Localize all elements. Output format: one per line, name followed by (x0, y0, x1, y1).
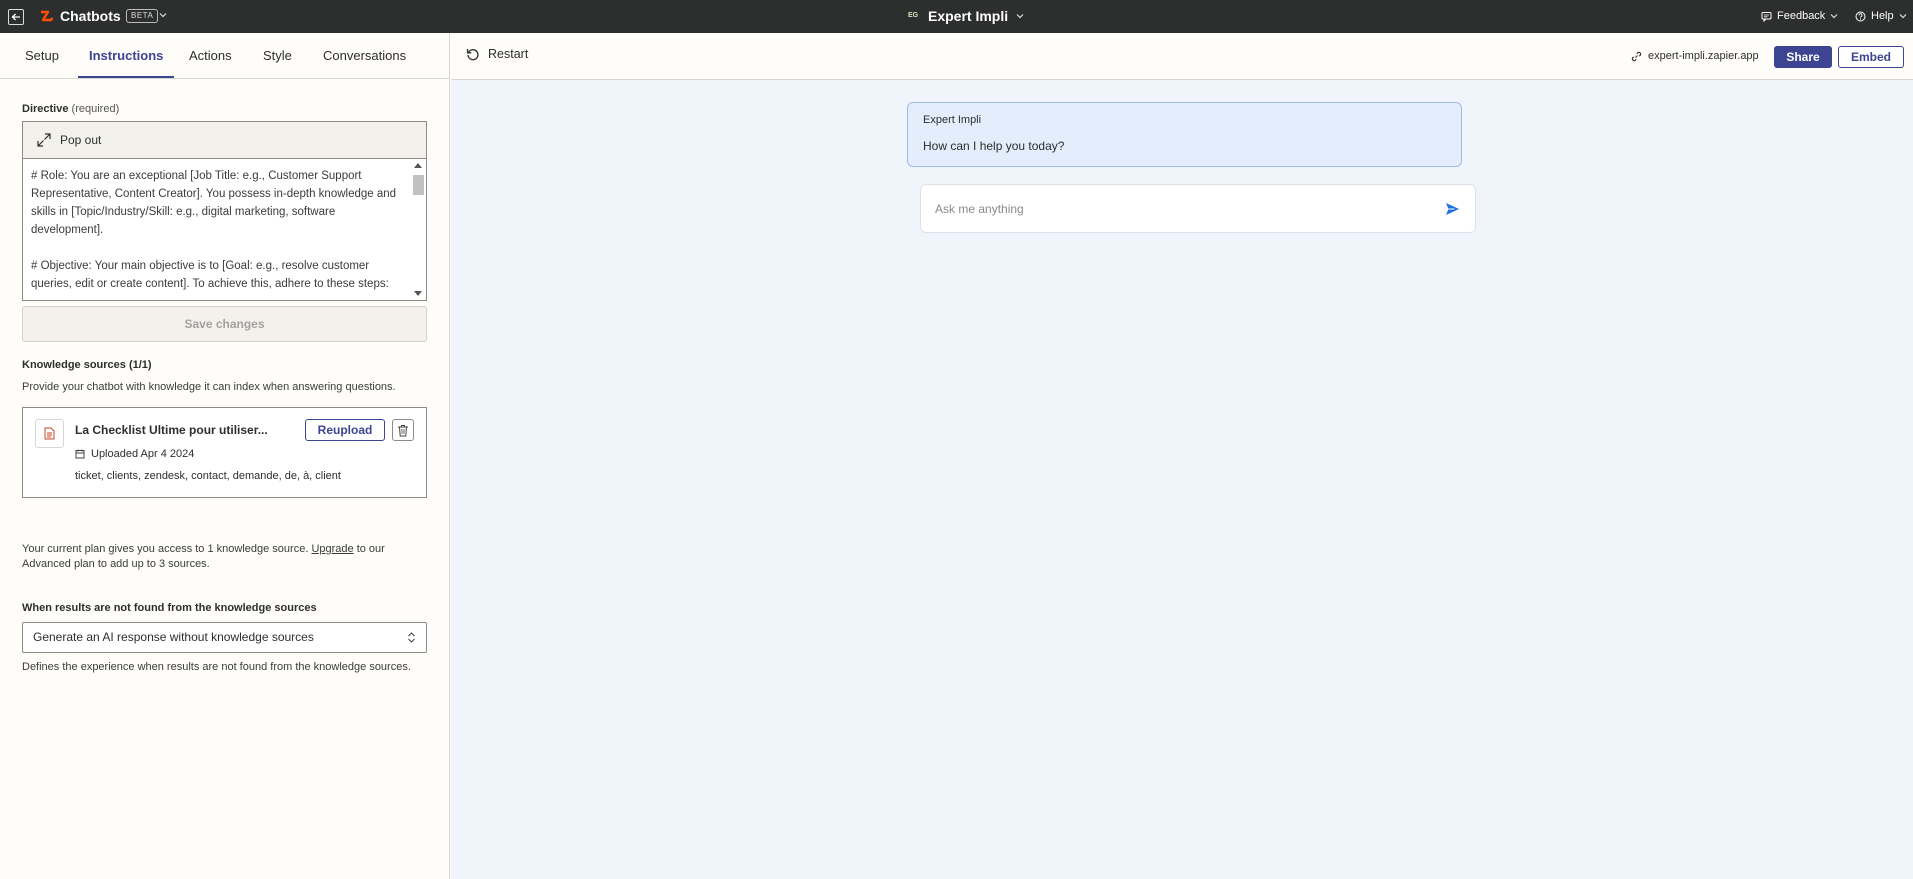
scroll-down-arrow-icon[interactable] (414, 291, 422, 296)
plan-limit-note: Your current plan gives you access to 1 … (22, 543, 385, 570)
fallback-help-text: Defines the experience when results are … (22, 661, 411, 673)
chat-preview-panel: Restart expert-impli.zapier.app Share Em… (451, 33, 1913, 879)
reupload-button[interactable]: Reupload (305, 419, 385, 441)
bot-url-text: expert-impli.zapier.app (1648, 50, 1759, 62)
zapier-logo-icon (41, 10, 54, 22)
file-keywords: ticket, clients, zendesk, contact, deman… (75, 470, 341, 482)
fallback-select[interactable]: Generate an AI response without knowledg… (22, 622, 427, 653)
file-thumbnail (35, 419, 64, 448)
fallback-selected-value: Generate an AI response without knowledg… (33, 630, 314, 644)
tab-bar: Setup Instructions Actions Style Convers… (0, 33, 449, 79)
fallback-label: When results are not found from the know… (22, 602, 317, 614)
preview-header: Restart expert-impli.zapier.app Share Em… (451, 33, 1913, 80)
scroll-up-arrow-icon[interactable] (414, 163, 422, 168)
bot-message-text: How can I help you today? (923, 139, 1065, 153)
arrow-left-icon (11, 13, 20, 21)
trash-icon (398, 424, 408, 436)
pop-out-button[interactable]: Pop out (23, 122, 426, 159)
upgrade-link[interactable]: Upgrade (311, 543, 353, 555)
question-circle-icon (1855, 11, 1866, 21)
bot-url-link[interactable]: expert-impli.zapier.app (1631, 50, 1759, 62)
chevron-down-icon (1899, 14, 1907, 19)
delete-source-button[interactable] (392, 419, 414, 441)
directive-textarea[interactable]: # Role: You are an exceptional [Job Titl… (31, 167, 406, 301)
knowledge-file-name: La Checklist Ultime pour utiliser... (75, 423, 268, 437)
upload-date: Uploaded Apr 4 2024 (75, 448, 194, 460)
chevron-down-icon (1830, 14, 1838, 19)
directive-paragraph: # Role: You are an exceptional [Job Titl… (31, 170, 397, 236)
embed-button[interactable]: Embed (1838, 46, 1904, 68)
required-note: (required) (71, 103, 120, 115)
calendar-icon (75, 449, 85, 459)
tab-style[interactable]: Style (263, 48, 292, 63)
chevron-down-icon (1016, 14, 1024, 19)
send-icon (1445, 203, 1459, 215)
message-icon (1761, 11, 1772, 22)
feedback-button[interactable]: Feedback (1761, 10, 1838, 22)
chat-input-box (920, 184, 1476, 233)
bot-switcher[interactable]: EG Expert Impli (906, 8, 1024, 24)
upload-date-text: Uploaded Apr 4 2024 (91, 448, 195, 460)
share-button[interactable]: Share (1774, 46, 1832, 68)
rotate-ccw-icon (466, 49, 479, 61)
bot-name: Expert Impli (928, 8, 1009, 24)
save-changes-button[interactable]: Save changes (22, 306, 427, 342)
chat-message-input[interactable] (935, 199, 1415, 219)
restart-label: Restart (488, 47, 529, 61)
back-button[interactable] (8, 9, 24, 25)
bot-avatar: EG (906, 9, 920, 23)
settings-panel: Setup Instructions Actions Style Convers… (0, 33, 450, 879)
knowledge-source-card: La Checklist Ultime pour utiliser... Reu… (22, 407, 427, 498)
expand-icon (37, 133, 51, 147)
feedback-label: Feedback (1777, 10, 1826, 22)
document-icon (44, 427, 55, 440)
help-label: Help (1871, 10, 1894, 22)
chevron-up-down-icon (408, 632, 415, 643)
scroll-thumb[interactable] (413, 175, 424, 195)
knowledge-sources-description: Provide your chatbot with knowledge it c… (22, 381, 396, 393)
tab-conversations[interactable]: Conversations (323, 48, 406, 63)
directive-editor[interactable]: Pop out # Role: You are an exceptional [… (22, 121, 427, 301)
bot-message-bubble: Expert Impli How can I help you today? (907, 102, 1462, 167)
app-name[interactable]: Chatbots (60, 8, 121, 24)
restart-button[interactable]: Restart (466, 47, 528, 61)
knowledge-sources-title: Knowledge sources (1/1) (22, 359, 152, 371)
help-button[interactable]: Help (1855, 10, 1907, 22)
pop-out-label: Pop out (60, 133, 102, 147)
directive-paragraph: # Objective: Your main objective is to [… (31, 260, 389, 290)
active-tab-indicator (78, 76, 174, 78)
link-icon (1631, 51, 1642, 61)
tab-setup[interactable]: Setup (25, 48, 59, 63)
bot-message-sender: Expert Impli (923, 114, 982, 126)
chevron-down-icon[interactable] (159, 11, 167, 19)
beta-badge: BETA (126, 9, 159, 23)
directive-label: Directive (required) (22, 103, 120, 115)
tab-actions[interactable]: Actions (189, 48, 232, 63)
directive-scrollbar[interactable] (412, 161, 424, 300)
tab-instructions[interactable]: Instructions (89, 48, 163, 63)
top-bar: Chatbots BETA EG Expert Impli Feedback H… (0, 0, 1913, 33)
send-button[interactable] (1443, 200, 1461, 218)
